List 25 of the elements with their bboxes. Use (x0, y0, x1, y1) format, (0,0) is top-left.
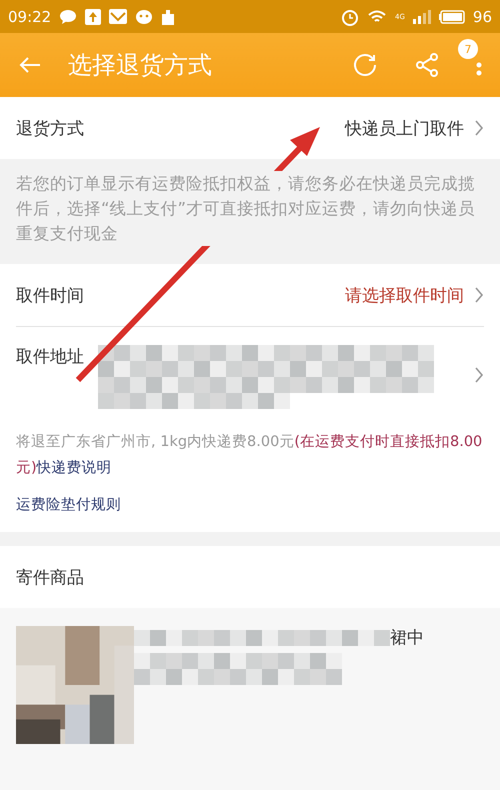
notification-badge: 7 (458, 39, 478, 59)
section-title: 寄件商品 (0, 546, 500, 608)
shipping-note: 将退至广东省广州市, 1kg内快递费8.00元(在运费支付时直接抵扣8.00元)快递费说明 (16, 432, 484, 478)
battery-level: 96 (472, 8, 492, 26)
insurance-rules-link[interactable]: 运费险垫付规则 (16, 495, 121, 522)
chevron-right-icon (474, 366, 484, 384)
chat-icon (59, 8, 78, 24)
wechat-icon (135, 8, 154, 24)
fee-info-link[interactable]: 快递费说明 (36, 460, 112, 476)
pickup-time-row[interactable]: 取件时间 请选择取件时间 (0, 264, 500, 326)
address-label: 取件地址 (16, 346, 84, 368)
product-title: 裙中 (390, 627, 424, 649)
alarm-icon (341, 8, 360, 26)
status-time: 09:22 (8, 8, 52, 26)
refresh-icon[interactable] (352, 52, 378, 78)
return-method-row[interactable]: 退货方式 快递员上门取件 (0, 97, 500, 159)
chevron-right-icon (474, 286, 484, 304)
battery-icon (438, 10, 465, 24)
share-icon[interactable] (414, 52, 440, 78)
signal-icon (412, 10, 431, 24)
upload-icon (85, 8, 102, 24)
back-icon[interactable] (18, 56, 42, 74)
chevron-right-icon (474, 119, 484, 137)
wifi-icon (367, 8, 388, 24)
page-title: 选择退货方式 (68, 50, 213, 81)
